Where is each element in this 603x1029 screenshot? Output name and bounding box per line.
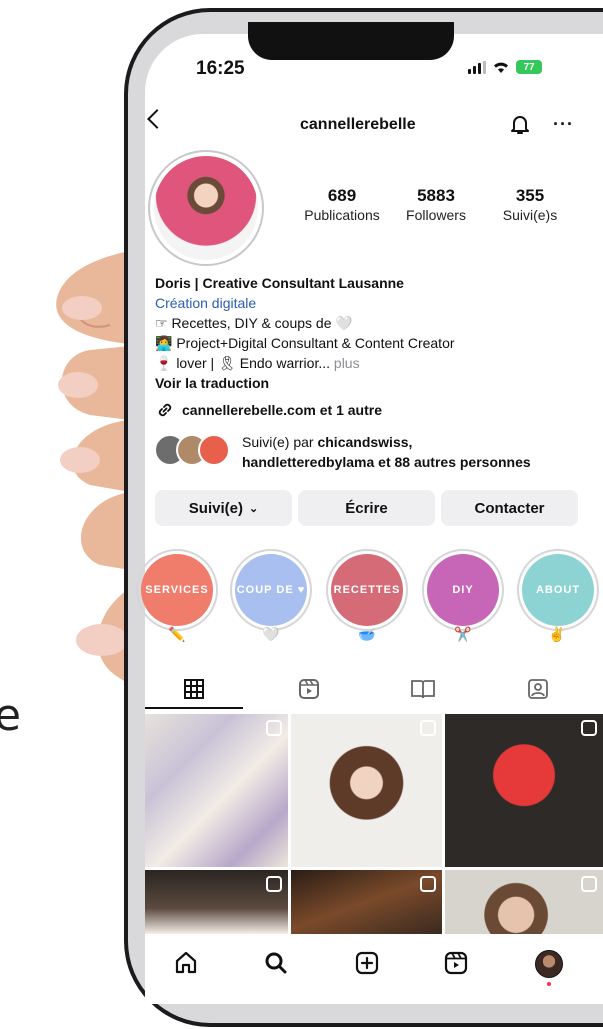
carousel-icon bbox=[266, 720, 282, 736]
tagged-icon[interactable] bbox=[526, 677, 550, 701]
more-options-icon[interactable]: ··· bbox=[553, 114, 574, 135]
highlight-emoji: ✌ bbox=[548, 626, 566, 642]
grid-post[interactable] bbox=[145, 870, 288, 934]
bottom-navigation bbox=[145, 934, 603, 1004]
grid-post[interactable] bbox=[445, 714, 603, 867]
profile-link-text: cannellerebelle.com et 1 autre bbox=[182, 402, 382, 418]
guides-icon[interactable] bbox=[410, 677, 436, 701]
link-icon bbox=[158, 403, 172, 417]
stat-following[interactable]: 355 Suivi(e)s bbox=[495, 186, 565, 223]
bio-line-3: 🍷 lover | 🎗 Endo warrior... plus bbox=[155, 355, 360, 371]
following-button[interactable]: Suivi(e) ⌄ bbox=[155, 490, 292, 526]
profile-avatar[interactable] bbox=[148, 150, 264, 266]
reels-icon[interactable] bbox=[297, 677, 321, 701]
see-translation-link[interactable]: Voir la traduction bbox=[155, 373, 595, 393]
home-icon[interactable] bbox=[173, 950, 199, 976]
bio-line-1: ☞ Recettes, DIY & coups de 🤍 bbox=[155, 315, 353, 331]
notification-dot bbox=[547, 982, 551, 986]
profile-bio: Doris | Creative Consultant Lausanne Cré… bbox=[155, 273, 595, 393]
highlight-services[interactable]: SERVICES bbox=[136, 549, 218, 631]
message-button[interactable]: Écrire bbox=[298, 490, 435, 526]
stat-publications[interactable]: 689 Publications bbox=[300, 186, 384, 223]
followed-by[interactable]: Suivi(e) par chicandswiss, handletteredb… bbox=[154, 432, 582, 472]
highlight-emoji: 🤍 bbox=[262, 626, 280, 642]
signal-icon bbox=[468, 60, 486, 74]
bio-more-link[interactable]: plus bbox=[334, 355, 360, 371]
mutual-avatars bbox=[154, 432, 232, 468]
highlight-emoji: 🥣 bbox=[358, 626, 376, 642]
profile-category[interactable]: Création digitale bbox=[155, 293, 595, 313]
profile-avatar[interactable] bbox=[535, 950, 563, 978]
grid-post[interactable] bbox=[445, 870, 603, 934]
bell-icon[interactable] bbox=[508, 112, 532, 136]
carousel-icon bbox=[420, 720, 436, 736]
profile-name: Doris | Creative Consultant Lausanne bbox=[155, 275, 404, 291]
status-icons: 77 bbox=[468, 60, 542, 74]
grid-post[interactable] bbox=[291, 714, 442, 867]
reel-badge-icon bbox=[420, 876, 436, 892]
wifi-icon bbox=[494, 62, 508, 73]
reel-badge-icon bbox=[266, 876, 282, 892]
background-letter: e bbox=[0, 690, 22, 741]
status-time: 16:25 bbox=[196, 58, 245, 79]
highlight-emoji: ✂️ bbox=[454, 626, 472, 642]
stat-followers[interactable]: 5883 Followers bbox=[400, 186, 472, 223]
highlight-coup-de-coeur[interactable]: COUP DE ♥ bbox=[230, 549, 312, 631]
reel-badge-icon bbox=[581, 876, 597, 892]
create-icon[interactable] bbox=[354, 950, 380, 976]
search-icon[interactable] bbox=[263, 950, 289, 976]
highlight-diy[interactable]: DIY bbox=[422, 549, 504, 631]
reels-icon[interactable] bbox=[443, 950, 469, 976]
contact-button[interactable]: Contacter bbox=[441, 490, 578, 526]
phone-notch bbox=[248, 22, 454, 60]
highlight-about[interactable]: ABOUT bbox=[517, 549, 599, 631]
chevron-down-icon: ⌄ bbox=[248, 502, 259, 515]
highlight-recettes[interactable]: RECETTES bbox=[326, 549, 408, 631]
battery-icon: 77 bbox=[516, 60, 542, 74]
profile-username: cannellerebelle bbox=[300, 116, 416, 133]
reel-badge-icon bbox=[581, 720, 597, 736]
bio-line-2: 👩‍💻 Project+Digital Consultant & Content… bbox=[155, 335, 455, 351]
highlight-emoji: ✏️ bbox=[168, 626, 186, 642]
active-tab-indicator bbox=[145, 707, 243, 709]
grid-post[interactable] bbox=[145, 714, 288, 867]
grid-icon[interactable] bbox=[182, 677, 206, 701]
followed-by-text: Suivi(e) par chicandswiss, handletteredb… bbox=[242, 434, 531, 470]
grid-post[interactable] bbox=[291, 870, 442, 934]
profile-link[interactable]: cannellerebelle.com et 1 autre bbox=[156, 401, 382, 419]
